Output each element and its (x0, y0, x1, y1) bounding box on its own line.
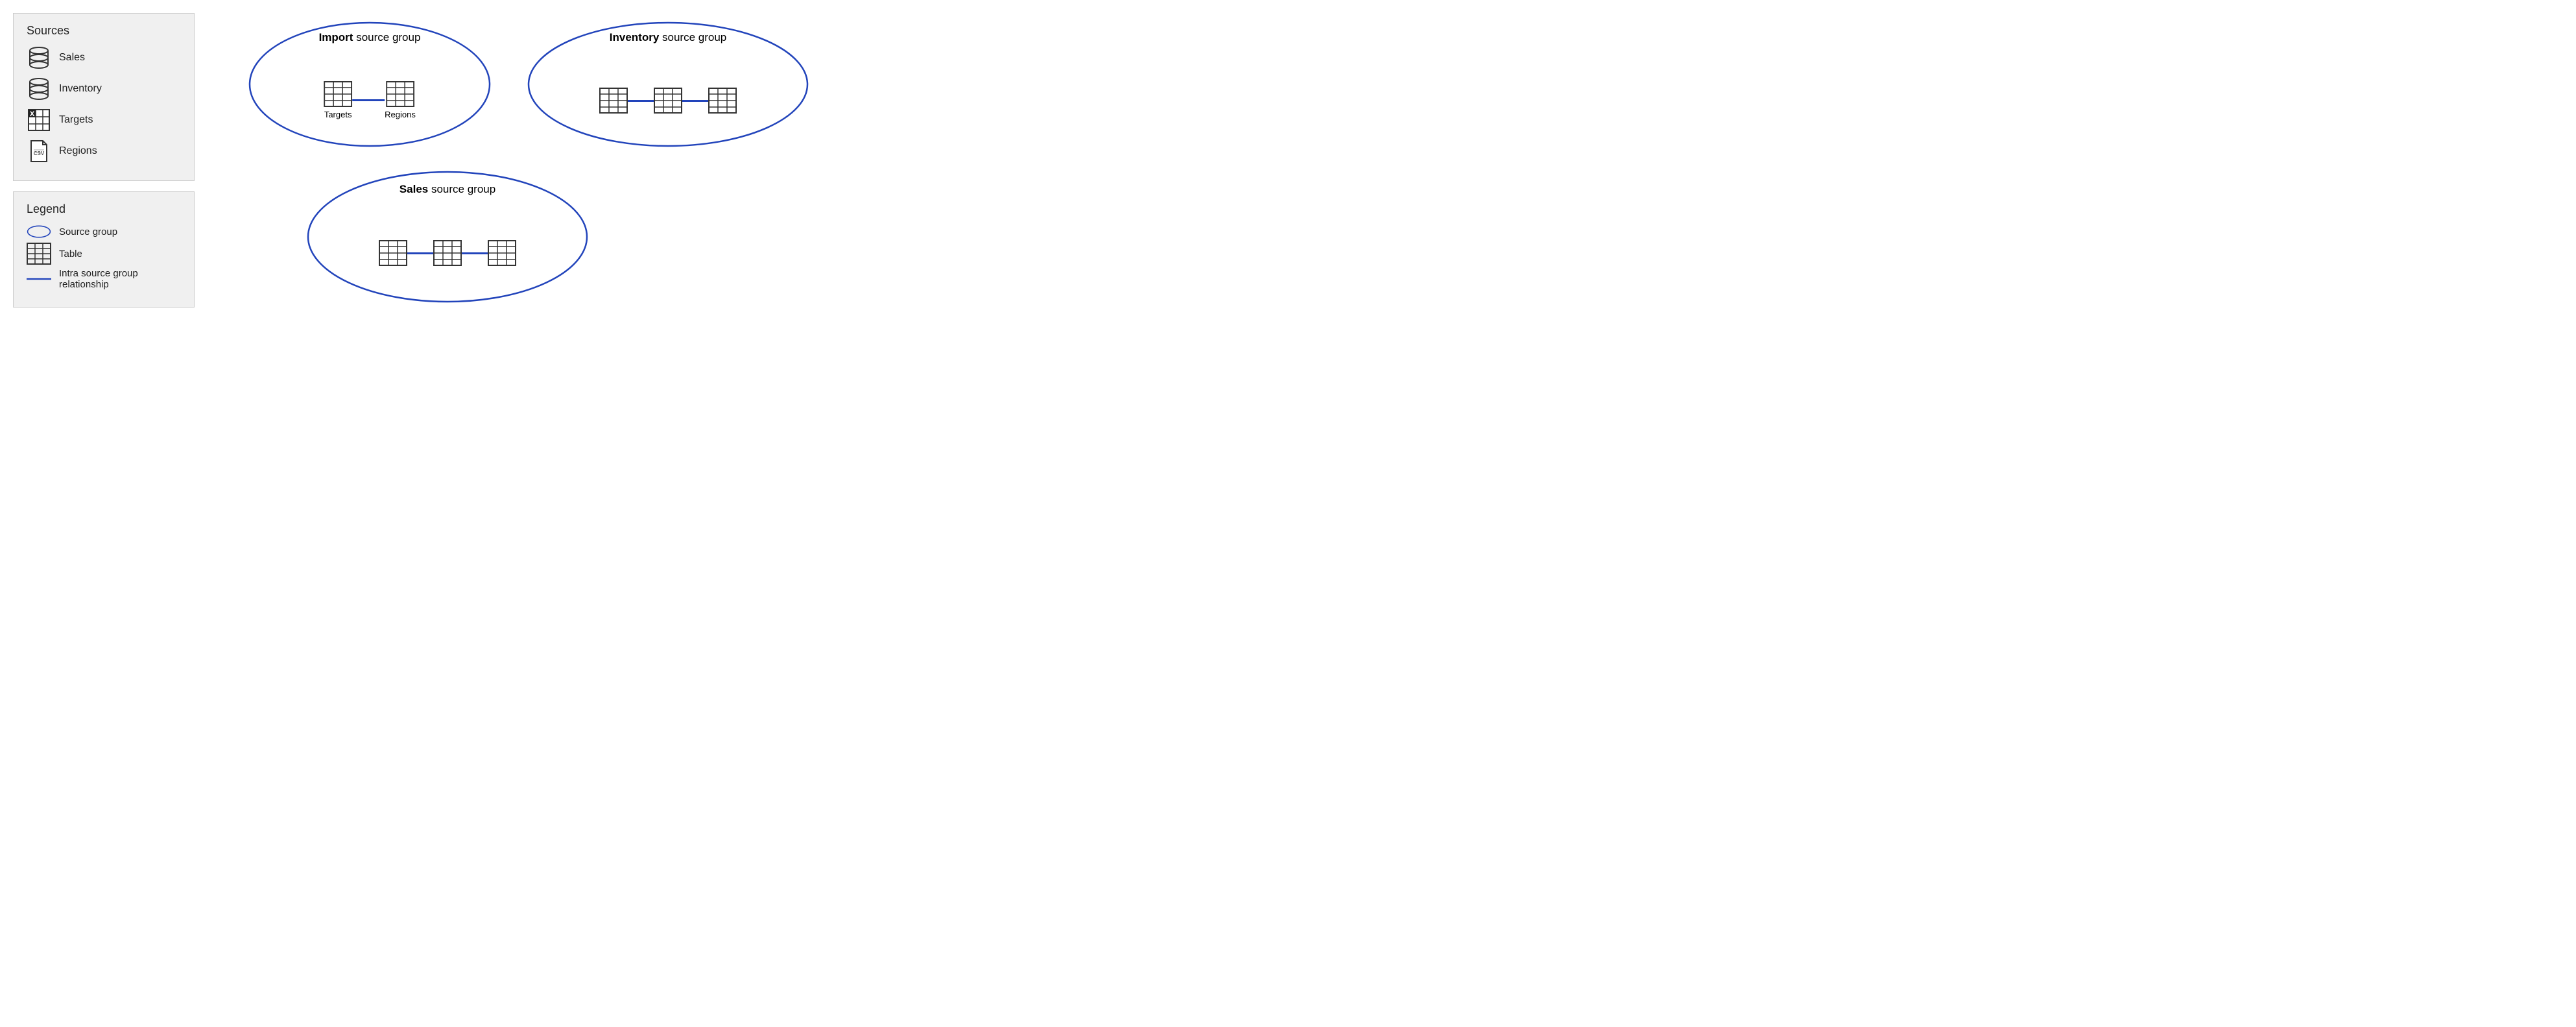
import-group-title: Import source group (319, 31, 421, 44)
sources-title: Sources (27, 24, 181, 38)
database-icon-sales (27, 45, 51, 70)
table-icon (488, 240, 516, 266)
import-table-targets: Targets (324, 81, 352, 119)
source-label-sales: Sales (59, 52, 85, 64)
legend-label-relationship: Intra source group relationship (59, 268, 181, 290)
table-icon (433, 240, 462, 266)
legend-item-table: Table (27, 246, 181, 261)
import-group-container: Import source group Targets (246, 19, 493, 149)
legend-box: Legend Source group (13, 191, 195, 308)
table-icon (708, 88, 737, 114)
legend-label-table: Table (59, 248, 82, 260)
sales-connector-2 (462, 252, 488, 254)
inventory-connector-2 (682, 100, 708, 102)
table-icon (654, 88, 682, 114)
svg-text:X: X (30, 110, 35, 118)
table-legend-icon (27, 246, 51, 261)
table-icon (379, 240, 407, 266)
import-table-targets-label: Targets (324, 110, 352, 119)
sales-connector-1 (407, 252, 433, 254)
source-item-sales: Sales (27, 45, 181, 70)
legend-item-relationship: Intra source group relationship (27, 268, 181, 290)
source-item-targets: X Targets (27, 108, 181, 132)
inventory-group-container: Inventory source group (525, 19, 811, 149)
import-table-regions: Regions (385, 81, 416, 119)
sales-group-container: Sales source group (305, 169, 590, 305)
ellipse-legend-icon (27, 224, 51, 239)
sources-box: Sources Sales (13, 13, 195, 181)
legend-item-source-group: Source group (27, 224, 181, 239)
source-label-regions: Regions (59, 145, 97, 157)
legend-label-source-group: Source group (59, 226, 117, 237)
table-icon (324, 81, 352, 107)
database-icon-inventory (27, 77, 51, 101)
import-connector (352, 99, 385, 101)
source-label-targets: Targets (59, 114, 93, 126)
import-table-regions-label: Regions (385, 110, 416, 119)
inventory-group-title: Inventory source group (610, 31, 726, 44)
sales-group-content (379, 240, 516, 266)
source-label-inventory: Inventory (59, 83, 102, 95)
csv-icon-regions: CSV (27, 139, 51, 163)
line-legend-icon (27, 271, 51, 287)
sales-group-title: Sales source group (400, 183, 495, 196)
excel-icon-targets: X (27, 108, 51, 132)
inventory-group-content (599, 88, 737, 114)
diagram-area: Import source group Targets (221, 13, 765, 311)
source-item-inventory: Inventory (27, 77, 181, 101)
svg-text:CSV: CSV (34, 151, 45, 156)
left-panel: Sources Sales (13, 13, 195, 311)
source-item-regions: CSV Regions (27, 139, 181, 163)
inventory-connector-1 (628, 100, 654, 102)
legend-title: Legend (27, 202, 181, 216)
table-icon (599, 88, 628, 114)
import-group-content: Targets Regions (324, 81, 416, 119)
table-icon (386, 81, 414, 107)
